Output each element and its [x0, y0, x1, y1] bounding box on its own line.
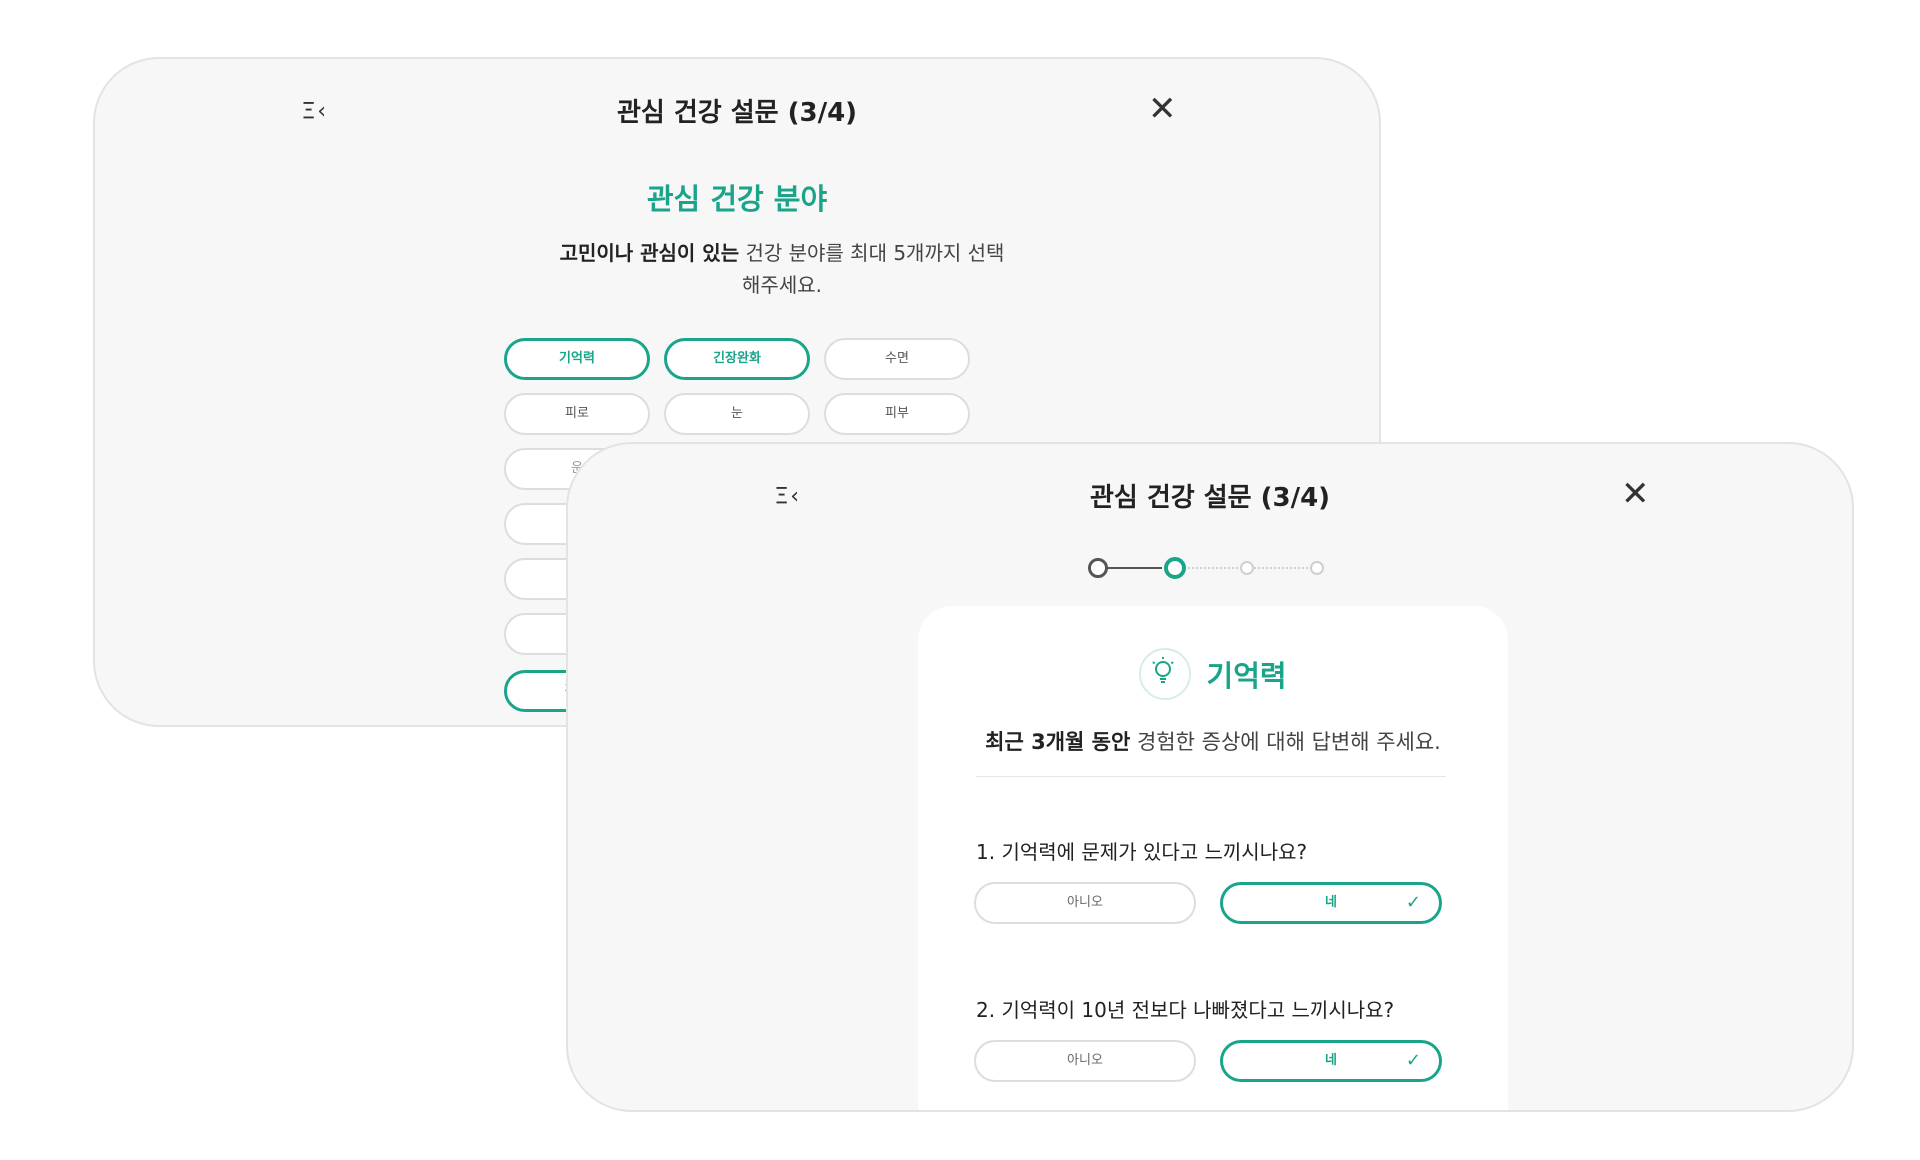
survey-screen-front: Ξ‹ 관심 건강 설문 (3/4) ✕ 기억력 최근 3개월 동안 경험한 증상… [566, 442, 1854, 1112]
question-2-yes-label: 네 [1325, 1053, 1337, 1068]
question-2-no-button[interactable]: 아니오 [974, 1040, 1196, 1082]
step-connector-pending [1254, 567, 1312, 569]
step-connector-pending [1180, 567, 1246, 569]
instruction-strong: 고민이나 관심이 있는 [559, 241, 740, 265]
step-3-dot [1240, 561, 1254, 575]
chip-sleep[interactable]: 수면 [824, 338, 970, 380]
chip-memory[interactable]: 기억력 [504, 338, 650, 380]
category-desc-strong: 최근 3개월 동안 [985, 730, 1131, 754]
divider [976, 776, 1446, 777]
section-heading: 관심 건강 분야 [646, 182, 828, 216]
question-1-yes-button[interactable]: 네 ✓ [1220, 882, 1442, 924]
page-title: 관심 건강 설문 (3/4) [616, 98, 858, 128]
question-1-no-button[interactable]: 아니오 [974, 882, 1196, 924]
instruction-line2: 해주세요. [742, 273, 822, 297]
lightbulb-icon [1139, 648, 1192, 700]
chip-stress-relief[interactable]: 긴장완화 [664, 338, 810, 380]
question-1-text: 1. 기억력에 문제가 있다고 느끼시나요? [976, 840, 1308, 864]
step-connector-done [1100, 567, 1162, 569]
question-card: 기억력 최근 3개월 동안 경험한 증상에 대해 답변해 주세요. 1. 기억력… [918, 606, 1508, 1110]
step-2-dot-current [1164, 557, 1186, 579]
category-desc-rest: 경험한 증상에 대해 답변해 주세요. [1136, 730, 1441, 754]
question-2-text: 2. 기억력이 10년 전보다 나빠졌다고 느끼시나요? [976, 998, 1395, 1022]
close-icon[interactable]: ✕ [1148, 89, 1177, 129]
step-4-dot [1310, 561, 1324, 575]
check-icon: ✓ [1405, 1050, 1421, 1071]
page-title: 관심 건강 설문 (3/4) [1089, 483, 1331, 513]
category-description: 최근 3개월 동안 경험한 증상에 대해 답변해 주세요. [918, 726, 1508, 756]
question-1-yes-label: 네 [1325, 895, 1337, 910]
step-1-dot [1088, 558, 1108, 578]
instruction-text: 고민이나 관심이 있는 건강 분야를 최대 5개까지 선택 해주세요. [490, 237, 1074, 301]
chip-fatigue[interactable]: 피로 [504, 393, 650, 435]
instruction-rest: 건강 분야를 최대 5개까지 선택 [745, 241, 1005, 265]
question-2-yes-button[interactable]: 네 ✓ [1220, 1040, 1442, 1082]
check-icon: ✓ [1405, 892, 1421, 913]
category-title: 기억력 [1206, 659, 1287, 693]
chip-skin[interactable]: 피부 [824, 393, 970, 435]
chip-eye[interactable]: 눈 [664, 393, 810, 435]
close-icon[interactable]: ✕ [1621, 474, 1650, 514]
category-header: 기억력 [918, 648, 1508, 700]
